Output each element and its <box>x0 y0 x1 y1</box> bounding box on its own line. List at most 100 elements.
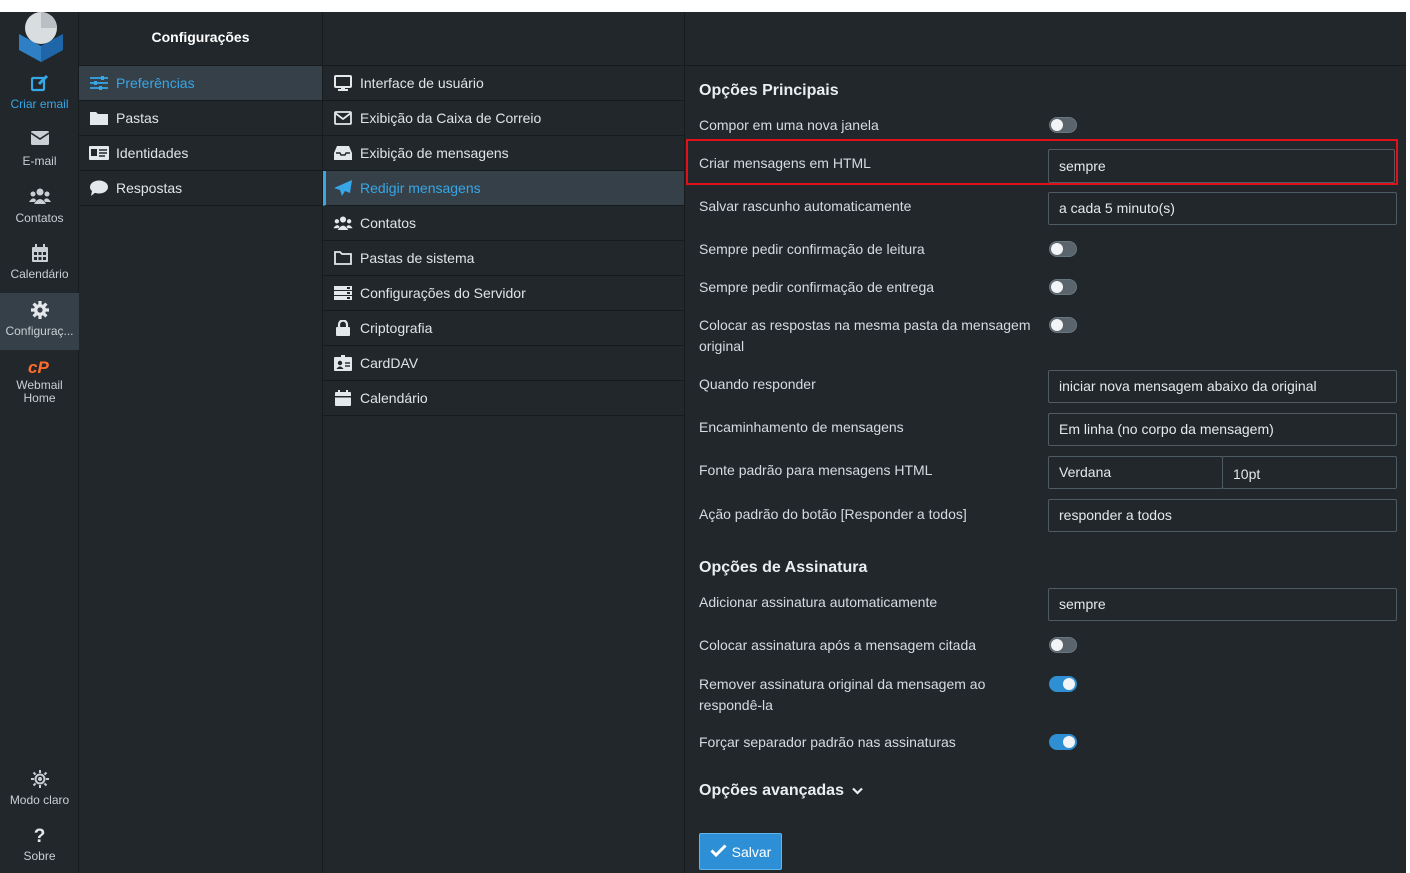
pref-server-settings[interactable]: Configurações do Servidor <box>323 276 684 311</box>
section-signature-options-title: Opções de Assinatura <box>699 559 868 576</box>
server-icon <box>333 285 353 301</box>
webmail-home-label: Webmail Home <box>16 378 63 405</box>
pref-message-view-label: Exibição de mensagens <box>360 145 509 161</box>
roundcube-logo[interactable] <box>17 12 65 62</box>
calendar-label: Calendário <box>10 267 69 281</box>
mail-button[interactable]: E-mail <box>0 131 79 175</box>
calendar-button[interactable]: Calendário <box>0 244 79 288</box>
section-folders[interactable]: Pastas <box>79 101 322 136</box>
contacts-button[interactable]: Contatos <box>0 188 79 232</box>
preferences-list-panel: Interface de usuário Exibição da Caixa d… <box>323 12 685 873</box>
pref-system-folders[interactable]: Pastas de sistema <box>323 241 684 276</box>
check-icon <box>710 843 732 860</box>
section-identities[interactable]: Identidades <box>79 136 322 171</box>
sig-below-toggle[interactable] <box>1049 637 1077 653</box>
sun-icon <box>0 770 79 792</box>
sig-below-label: Colocar assinatura após a mensagem citad… <box>699 637 977 653</box>
panel-header <box>323 12 684 66</box>
save-button[interactable]: Salvar <box>699 833 782 870</box>
reply-all-mode-select[interactable]: responder a todos <box>1048 499 1397 532</box>
force-sig-separator-label: Forçar separador padrão nas assinaturas <box>699 734 956 750</box>
folder-outline-icon <box>333 250 353 266</box>
pref-compose-label: Redigir mensagens <box>360 180 481 196</box>
section-folders-label: Pastas <box>116 110 159 126</box>
pref-contacts-label: Contatos <box>360 215 417 231</box>
about-label: Sobre <box>23 849 56 863</box>
default-font-select[interactable]: Verdana <box>1048 456 1223 489</box>
pref-message-view[interactable]: Exibição de mensagens <box>323 136 684 171</box>
default-font-size-select[interactable]: 10pt <box>1222 456 1397 489</box>
reply-same-folder-label: Colocar as respostas na mesma pasta da m… <box>699 317 1031 354</box>
pref-system-folders-label: Pastas de sistema <box>360 250 475 266</box>
folder-icon <box>89 110 109 126</box>
compose-new-window-toggle[interactable] <box>1049 117 1077 133</box>
light-mode-button[interactable]: Modo claro <box>0 770 79 814</box>
settings-label: Configuraç... <box>5 324 74 338</box>
pref-compose[interactable]: Redigir mensagens <box>323 171 684 206</box>
compose-new-window-label: Compor em uma nova janela <box>699 117 879 133</box>
compose-button[interactable]: Criar email <box>0 74 79 118</box>
calendar-icon <box>333 390 353 406</box>
mail-label: E-mail <box>22 154 57 168</box>
section-preferences[interactable]: Preferências <box>79 66 322 101</box>
compose-label: Criar email <box>10 97 69 111</box>
chevron-down-icon <box>852 782 864 800</box>
comment-icon <box>89 180 109 196</box>
panel-title: Configurações <box>79 12 322 66</box>
strip-sig-label: Remover assinatura original da mensagem … <box>699 676 986 713</box>
section-identities-label: Identidades <box>116 145 189 161</box>
draft-autosave-select[interactable]: a cada 5 minuto(s) <box>1048 192 1397 225</box>
pref-mailbox-view[interactable]: Exibição da Caixa de Correio <box>323 101 684 136</box>
dsn-default-label: Sempre pedir confirmação de entrega <box>699 279 935 295</box>
mdn-default-label: Sempre pedir confirmação de leitura <box>699 241 925 257</box>
section-responses[interactable]: Respostas <box>79 171 322 206</box>
compose-icon <box>0 74 79 96</box>
mdn-default-toggle[interactable] <box>1049 241 1077 257</box>
about-button[interactable]: ? Sobre <box>0 826 79 870</box>
gear-icon <box>0 301 79 323</box>
section-main-options-title: Opções Principais <box>699 82 839 99</box>
envelope-icon <box>0 131 79 153</box>
pref-user-interface[interactable]: Interface de usuário <box>323 66 684 101</box>
webmail-home-button[interactable]: cP Webmail Home <box>0 358 79 410</box>
pref-encryption-label: Criptografia <box>360 320 433 336</box>
draft-autosave-label: Salvar rascunho automaticamente <box>699 198 912 214</box>
pref-calendar[interactable]: Calendário <box>323 381 684 416</box>
section-responses-label: Respostas <box>116 180 183 196</box>
paper-plane-icon <box>333 180 353 196</box>
section-preferences-label: Preferências <box>116 75 195 91</box>
show-sig-label: Adicionar assinatura automaticamente <box>699 594 938 610</box>
sliders-icon <box>89 75 109 91</box>
app-window: Criar email E-mail Contatos Calendário C <box>0 12 1406 873</box>
strip-sig-toggle[interactable] <box>1049 676 1077 692</box>
reply-mode-select[interactable]: iniciar nova mensagem abaixo da original <box>1048 370 1397 403</box>
pref-contacts[interactable]: Contatos <box>323 206 684 241</box>
reply-same-folder-toggle[interactable] <box>1049 317 1077 333</box>
forward-mode-select[interactable]: Em linha (no corpo da mensagem) <box>1048 413 1397 446</box>
reply-all-mode-label: Ação padrão do botão [Responder a todos] <box>699 506 967 522</box>
advanced-options-label: Opções avançadas <box>699 782 844 799</box>
users-icon <box>0 188 79 210</box>
compose-html-select[interactable]: sempre <box>1048 149 1395 183</box>
pref-carddav[interactable]: CardDAV <box>323 346 684 381</box>
dsn-default-toggle[interactable] <box>1049 279 1077 295</box>
advanced-options-toggle[interactable]: Opções avançadas <box>699 782 864 800</box>
forward-mode-label: Encaminhamento de mensagens <box>699 419 904 435</box>
force-sig-separator-toggle[interactable] <box>1049 734 1077 750</box>
form-header <box>685 12 1406 66</box>
users-icon <box>333 215 353 231</box>
lock-icon <box>333 320 353 336</box>
inbox-icon <box>333 145 353 161</box>
settings-button[interactable]: Configuraç... <box>0 293 79 350</box>
cpanel-icon: cP <box>0 358 79 378</box>
light-mode-label: Modo claro <box>9 793 70 807</box>
compose-preferences-form: Opções Principais Compor em uma nova jan… <box>685 12 1406 873</box>
compose-html-label: Criar mensagens em HTML <box>699 155 871 171</box>
question-icon: ? <box>33 826 46 847</box>
reply-mode-label: Quando responder <box>699 376 816 392</box>
save-label: Salvar <box>731 843 772 860</box>
pref-encryption[interactable]: Criptografia <box>323 311 684 346</box>
calendar-icon <box>0 244 79 266</box>
show-sig-select[interactable]: sempre <box>1048 588 1397 621</box>
id-card-icon <box>89 145 109 161</box>
